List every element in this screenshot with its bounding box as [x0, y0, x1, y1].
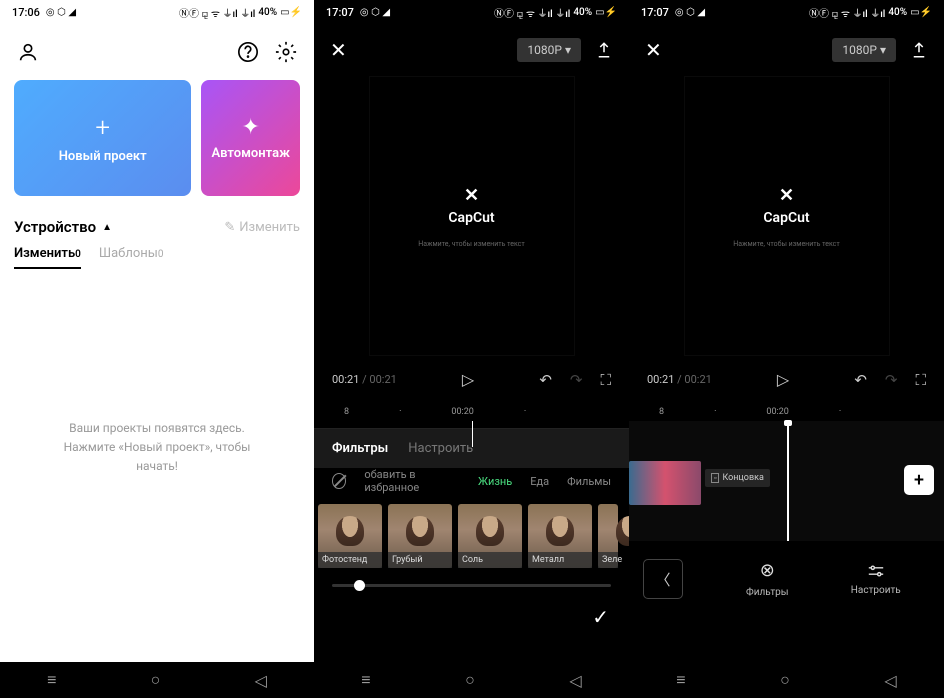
nav-bar: ≡ ○ ◁	[0, 662, 314, 698]
plus-icon: +	[95, 113, 110, 143]
fullscreen-icon[interactable]: ⛶	[600, 371, 611, 389]
nav-back-icon[interactable]: ◁	[884, 671, 896, 690]
add-clip-button[interactable]: +	[904, 465, 934, 495]
time-total: 00:21	[684, 373, 711, 386]
fullscreen-icon[interactable]: ⛶	[915, 371, 926, 389]
filter-thumb[interactable]: Фотостенд	[318, 504, 382, 568]
time-current: 00:21	[647, 373, 674, 386]
status-time: 17:07	[326, 6, 354, 19]
adjust-icon	[866, 563, 886, 579]
nav-back-icon[interactable]: ◁	[255, 671, 267, 690]
empty-state: Ваши проекты появятся здесь. Нажмите «Но…	[0, 419, 314, 477]
tab-filters[interactable]: Фильтры	[332, 441, 388, 456]
redo-icon[interactable]: ↷	[885, 371, 898, 389]
status-bar: 17:07 ◎ ⬡ ◢ ⓃⒻ ⚼ ᯤ ⏚ıl ⏚ıl40%▭⚡	[629, 0, 944, 24]
nav-recent-icon[interactable]: ≡	[676, 670, 685, 690]
nav-recent-icon[interactable]: ≡	[47, 670, 56, 690]
tab-adjust[interactable]: Настроить	[408, 441, 473, 456]
edit-button[interactable]: ✎ Изменить	[224, 220, 300, 235]
filter-thumb[interactable]: Грубый	[388, 504, 452, 568]
nav-bar: ≡ ○ ◁	[314, 662, 629, 698]
tab-templates[interactable]: Шаблоны0	[99, 246, 164, 269]
auto-montage-card[interactable]: ✦ Автомонтаж	[201, 80, 300, 196]
undo-icon[interactable]: ↶	[539, 371, 552, 389]
filter-slider[interactable]	[332, 584, 611, 587]
settings-icon[interactable]	[274, 40, 298, 64]
ending-marker[interactable]: ▫Концовка	[705, 469, 770, 487]
device-dropdown[interactable]: Устройство ▲	[14, 218, 112, 236]
redo-icon[interactable]: ↷	[570, 371, 583, 389]
close-icon[interactable]: ✕	[330, 38, 347, 62]
resolution-button[interactable]: 1080P▾	[517, 38, 581, 62]
status-time: 17:06	[12, 6, 40, 19]
chevron-down-icon: ▾	[880, 43, 886, 57]
filter-thumb[interactable]: Соль	[458, 504, 522, 568]
close-icon[interactable]: ✕	[645, 38, 662, 62]
cat-life[interactable]: Жизнь	[478, 475, 512, 488]
export-icon[interactable]	[910, 41, 928, 59]
capcut-logo-icon: ✕	[779, 185, 794, 206]
chevron-up-icon: ▲	[102, 222, 112, 233]
confirm-icon[interactable]: ✓	[592, 605, 609, 629]
playhead[interactable]	[787, 421, 789, 541]
nav-bar: ≡ ○ ◁	[629, 662, 944, 698]
pencil-icon: ✎	[224, 220, 235, 235]
wand-icon: ✦	[241, 115, 259, 140]
help-icon[interactable]	[236, 40, 260, 64]
capcut-logo-icon: ✕	[464, 185, 479, 206]
nav-home-icon[interactable]: ○	[151, 670, 161, 690]
status-bar: 17:06 ◎ ⬡ ◢ ⓃⒻ ⚼ ᯤ ⏚ıl ⏚ıl40%▭⚡	[0, 0, 314, 24]
nav-back-icon[interactable]: ◁	[569, 671, 581, 690]
status-bar: 17:07 ◎ ⬡ ◢ ⓃⒻ ⚼ ᯤ ⏚ıl ⏚ıl40%▭⚡	[314, 0, 629, 24]
cat-food[interactable]: Еда	[530, 475, 549, 488]
video-clip[interactable]	[629, 461, 701, 505]
time-total: 00:21	[369, 373, 396, 386]
nav-recent-icon[interactable]: ≡	[361, 670, 370, 690]
export-icon[interactable]	[595, 41, 613, 59]
resolution-button[interactable]: 1080P▾	[832, 38, 896, 62]
timeline-ruler[interactable]: 8·00:20·	[629, 403, 944, 421]
timeline[interactable]: ▫Концовка +	[629, 421, 944, 541]
playhead[interactable]	[472, 421, 473, 447]
play-icon[interactable]: ▷	[462, 370, 474, 389]
timeline-ruler[interactable]: 8·00:20·	[314, 403, 629, 421]
status-time: 17:07	[641, 6, 669, 19]
filter-thumb[interactable]: Зеле	[598, 504, 618, 568]
video-preview[interactable]: ✕ CapCut Нажмите, чтобы изменить текст	[684, 76, 890, 356]
time-current: 00:21	[332, 373, 359, 386]
tab-edit[interactable]: Изменить0	[14, 246, 81, 269]
no-filter-icon[interactable]	[332, 473, 346, 489]
chevron-down-icon: ▾	[565, 43, 571, 57]
nav-home-icon[interactable]: ○	[465, 670, 475, 690]
cat-favorites[interactable]: обавить в избранное	[364, 468, 460, 494]
undo-icon[interactable]: ↶	[854, 371, 867, 389]
tool-adjust[interactable]: Настроить	[822, 563, 931, 596]
tool-filters[interactable]: ⊗ Фильтры	[713, 560, 822, 598]
back-button[interactable]: 〈	[643, 559, 683, 599]
filter-thumbnails: Фотостенд Грубый Соль Металл Зеле	[314, 504, 629, 568]
nav-home-icon[interactable]: ○	[780, 670, 790, 690]
video-preview[interactable]: ✕ CapCut Нажмите, чтобы изменить текст	[369, 76, 575, 356]
filters-icon: ⊗	[760, 560, 775, 581]
profile-icon[interactable]	[16, 40, 40, 64]
new-project-card[interactable]: + Новый проект	[14, 80, 191, 196]
play-icon[interactable]: ▷	[777, 370, 789, 389]
cat-movies[interactable]: Фильмы	[567, 475, 611, 488]
filter-thumb[interactable]: Металл	[528, 504, 592, 568]
